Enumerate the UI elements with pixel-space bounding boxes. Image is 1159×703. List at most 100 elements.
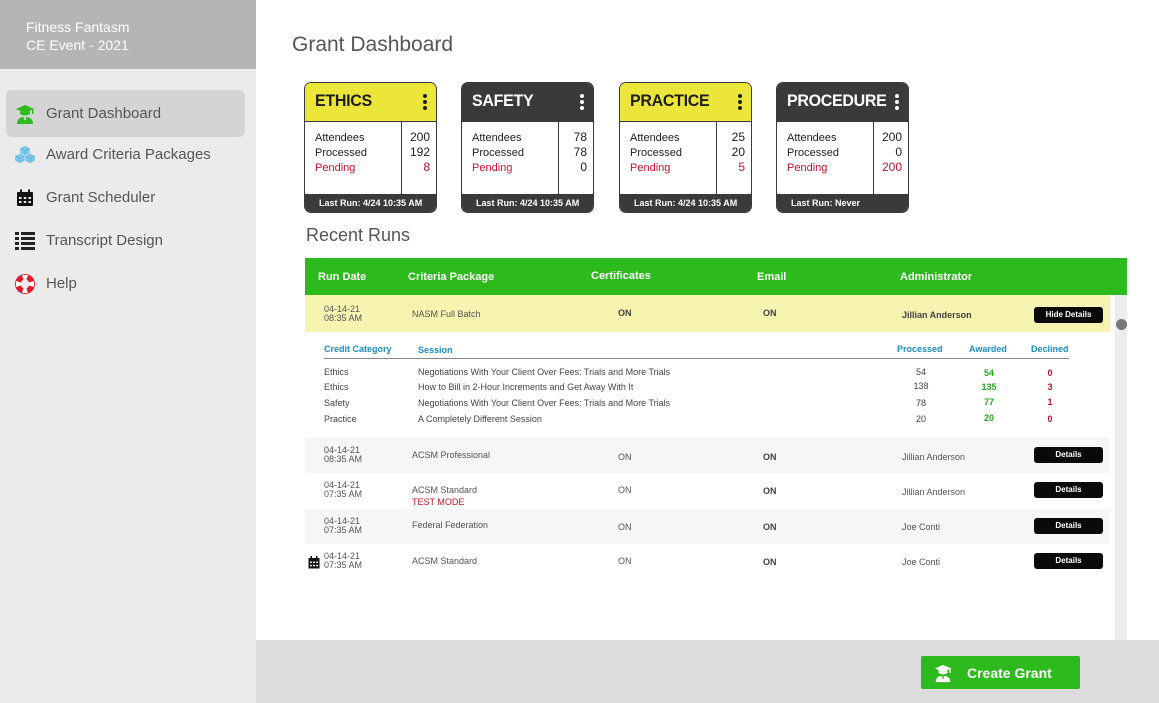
graduate-icon bbox=[14, 103, 36, 125]
card-last-run: Last Run: 4/24 10:35 AM bbox=[620, 194, 751, 212]
table-scrollbar[interactable] bbox=[1115, 295, 1127, 640]
pending-label: Pending bbox=[472, 162, 513, 174]
table-row[interactable]: 04-14-21 07:35 AM ACSM Standard TEST MOD… bbox=[305, 473, 1110, 508]
certificates-status: ON bbox=[618, 522, 632, 532]
sidebar-item-award-criteria-packages[interactable]: Award Criteria Packages bbox=[6, 133, 245, 176]
more-options-icon[interactable] bbox=[737, 94, 743, 110]
table-row[interactable]: 04-14-21 08:35 AM NASM Full Batch ON ON … bbox=[305, 295, 1110, 332]
sidebar-item-transcript-design[interactable]: Transcript Design bbox=[6, 219, 245, 262]
processed-label: Processed bbox=[315, 147, 367, 159]
criteria-package: NASM Full Batch bbox=[412, 309, 481, 319]
pending-value: 5 bbox=[738, 160, 745, 174]
card-header: PRACTICE bbox=[620, 83, 751, 122]
awarded-count: 20 bbox=[983, 413, 994, 423]
card-header: SAFETY bbox=[462, 83, 593, 122]
attendees-value: 78 bbox=[573, 130, 587, 144]
card-body: Attendees Processed Pending 200 0 200 bbox=[777, 122, 908, 195]
card-safety[interactable]: SAFETY Attendees Processed Pending 78 78… bbox=[461, 82, 594, 213]
page-title: Grant Dashboard bbox=[292, 33, 454, 56]
card-title: ETHICS bbox=[315, 92, 372, 111]
brand-event: CE Event - 2021 bbox=[26, 37, 129, 53]
brand-name: Fitness Fantasm bbox=[26, 19, 130, 35]
details-row: Ethics How to Bill in 2-Hour Increments … bbox=[305, 381, 1110, 396]
email-status: ON bbox=[763, 486, 777, 496]
email-status: ON bbox=[763, 522, 777, 532]
details-button[interactable]: Details bbox=[1034, 447, 1103, 463]
pending-value: 8 bbox=[423, 160, 430, 174]
column-run-date[interactable]: Run Date bbox=[318, 271, 366, 283]
sidebar-item-label: Grant Scheduler bbox=[46, 189, 156, 206]
sidebar-item-grant-scheduler[interactable]: Grant Scheduler bbox=[6, 176, 245, 219]
more-options-icon[interactable] bbox=[894, 94, 900, 110]
certificates-status: ON bbox=[618, 556, 632, 566]
criteria-package: ACSM Standard bbox=[412, 556, 478, 566]
more-options-icon[interactable] bbox=[579, 94, 585, 110]
pending-label: Pending bbox=[787, 162, 828, 174]
scheduled-calendar-icon bbox=[308, 556, 320, 571]
details-header-awarded: Awarded bbox=[969, 344, 1007, 354]
card-procedure[interactable]: PROCEDURE Attendees Processed Pending 20… bbox=[776, 82, 909, 213]
credit-category: Ethics bbox=[324, 382, 349, 392]
scrollbar-thumb[interactable] bbox=[1116, 319, 1127, 330]
attendees-label: Attendees bbox=[787, 132, 837, 144]
card-divider bbox=[873, 122, 874, 195]
table-row[interactable]: 04-14-21 07:35 AM ACSM Standard ON ON Jo… bbox=[305, 544, 1110, 579]
runs-table: 04-14-21 08:35 AM NASM Full Batch ON ON … bbox=[305, 295, 1110, 640]
column-criteria-package[interactable]: Criteria Package bbox=[408, 271, 494, 283]
card-divider bbox=[401, 122, 402, 195]
column-administrator[interactable]: Administrator bbox=[900, 271, 972, 283]
pending-value: 0 bbox=[580, 160, 587, 174]
email-status: ON bbox=[763, 557, 777, 567]
sidebar-item-label: Help bbox=[46, 275, 77, 292]
pending-label: Pending bbox=[315, 162, 356, 174]
more-options-icon[interactable] bbox=[422, 94, 428, 110]
details-header-category: Credit Category bbox=[324, 344, 392, 354]
sidebar-item-grant-dashboard[interactable]: Grant Dashboard bbox=[6, 90, 245, 137]
column-email[interactable]: Email bbox=[757, 271, 786, 283]
details-button[interactable]: Details bbox=[1034, 553, 1103, 569]
session-name: How to Bill in 2-Hour Increments and Get… bbox=[418, 382, 634, 392]
create-grant-label: Create Grant bbox=[967, 664, 1052, 681]
details-button[interactable]: Details bbox=[1034, 482, 1103, 498]
create-grant-button[interactable]: Create Grant bbox=[921, 656, 1080, 689]
details-divider bbox=[324, 358, 1069, 359]
card-divider bbox=[558, 122, 559, 195]
hide-details-button[interactable]: Hide Details bbox=[1034, 307, 1103, 323]
table-row[interactable]: 04-14-21 07:35 AM Federal Federation ON … bbox=[305, 509, 1110, 544]
sidebar-item-label: Grant Dashboard bbox=[46, 105, 162, 122]
session-name: Negotiations With Your Client Over Fees:… bbox=[418, 398, 671, 408]
declined-count: 0 bbox=[1047, 368, 1053, 378]
sidebar-item-label: Award Criteria Packages bbox=[46, 146, 211, 163]
processed-value: 192 bbox=[409, 145, 430, 159]
graduate-icon bbox=[933, 663, 953, 683]
processed-value: 0 bbox=[895, 145, 902, 159]
card-ethics[interactable]: ETHICS Attendees Processed Pending 200 1… bbox=[304, 82, 437, 213]
processed-label: Processed bbox=[472, 147, 524, 159]
attendees-label: Attendees bbox=[630, 132, 680, 144]
administrator: Joe Conti bbox=[902, 557, 941, 567]
processed-count: 138 bbox=[913, 381, 929, 391]
sidebar-item-help[interactable]: Help bbox=[6, 262, 245, 305]
declined-count: 3 bbox=[1047, 382, 1053, 392]
run-time: 07:35 AM bbox=[324, 525, 363, 535]
attendees-value: 200 bbox=[881, 130, 902, 144]
table-row[interactable]: 04-14-21 08:35 AM ACSM Professional ON O… bbox=[305, 438, 1110, 473]
criteria-package: ACSM Professional bbox=[412, 450, 491, 460]
administrator: Jillian Anderson bbox=[902, 452, 966, 462]
declined-count: 1 bbox=[1047, 397, 1053, 407]
card-title: SAFETY bbox=[472, 92, 534, 111]
processed-value: 78 bbox=[573, 145, 587, 159]
card-title: PRACTICE bbox=[630, 92, 710, 111]
card-practice[interactable]: PRACTICE Attendees Processed Pending 25 … bbox=[619, 82, 752, 213]
column-certificates[interactable]: Certificates bbox=[591, 270, 651, 282]
administrator: Joe Conti bbox=[902, 522, 941, 532]
details-header-processed: Processed bbox=[897, 344, 943, 354]
details-button[interactable]: Details bbox=[1034, 518, 1103, 534]
attendees-value: 25 bbox=[731, 130, 745, 144]
certificates-status: ON bbox=[618, 452, 632, 462]
recent-runs-title: Recent Runs bbox=[306, 225, 411, 245]
card-body: Attendees Processed Pending 78 78 0 bbox=[462, 122, 593, 195]
session-name: A Completely Different Session bbox=[418, 414, 542, 424]
run-time: 08:35 AM bbox=[324, 454, 363, 464]
awarded-count: 77 bbox=[983, 397, 994, 407]
